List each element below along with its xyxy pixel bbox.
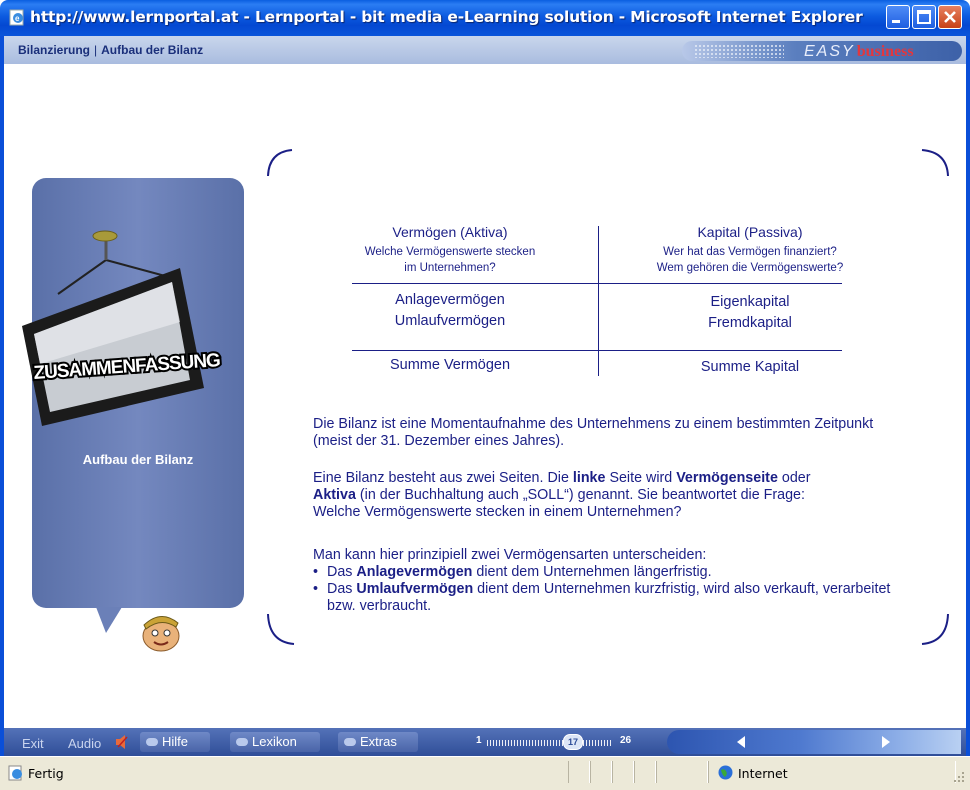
p2-text-e: oder: [777, 470, 811, 486]
liabilities-item-equity: Eigenkapital: [710, 294, 790, 310]
ie-page-icon: e: [9, 9, 24, 26]
bullet-anlagevermoegen: • Das Anlagevermögen dient dem Unternehm…: [313, 564, 913, 581]
status-cell: [590, 761, 612, 783]
progress-current[interactable]: 17: [563, 734, 583, 750]
exit-link[interactable]: Exit: [22, 736, 44, 751]
help-button[interactable]: Hilfe: [140, 732, 210, 752]
speaker-icon[interactable]: [115, 735, 129, 749]
bullet-2-bold: Umlaufvermögen: [356, 581, 474, 597]
course-navbar: Exit Audio Hilfe Lexikon Extras 1 17 26: [4, 728, 966, 756]
brand-logo: EASY business: [804, 43, 914, 61]
mascot-avatar: [142, 616, 180, 652]
window-titlebar[interactable]: e http://www.lernportal.at - Lernportal …: [0, 0, 970, 36]
p2-text-g: (in der Buchhaltung auch „SOLL“) genannt…: [355, 487, 805, 503]
liabilities-question-line2: Wem gehören die Vermögenswerte?: [656, 262, 844, 274]
speech-bubble-tail: [96, 607, 122, 633]
brand-dot-pattern: [694, 44, 784, 58]
progress-last: 26: [620, 735, 632, 746]
minimize-button[interactable]: [886, 5, 910, 29]
bullet-1-bold: Anlagevermögen: [356, 564, 473, 580]
button-pill-icon: [236, 738, 248, 746]
liabilities-question-line1: Wer hat das Vermögen finanziert?: [663, 246, 837, 258]
table-rule-top: [352, 283, 842, 284]
status-cell: [634, 761, 656, 783]
lesson-content: Aufbau der Bilanz ZUSAMMENFASSUNG Vermög…: [4, 64, 966, 728]
bullet-1-pre: Das: [327, 564, 357, 580]
progress-ticks: [487, 740, 612, 746]
paragraph-two-sides: Eine Bilanz besteht aus zwei Seiten. Die…: [313, 470, 913, 521]
assets-question-line1: Welche Vermögenswerte stecken: [364, 246, 536, 258]
extras-button-label: Extras: [360, 734, 397, 749]
ie-page-icon: [8, 765, 22, 781]
table-divider: [598, 226, 599, 376]
breadcrumb: Bilanzierung | Aufbau der Bilanz: [18, 43, 203, 57]
resize-grip-icon[interactable]: [952, 770, 966, 784]
table-rule-bottom: [352, 350, 842, 351]
brand-easy: EASY: [804, 43, 855, 60]
p2-bold-aktiva: Aktiva: [313, 487, 356, 503]
button-pill-icon: [344, 738, 356, 746]
maximize-icon: [917, 10, 931, 24]
window-title: http://www.lernportal.at - Lernportal - …: [30, 8, 863, 26]
next-arrow-icon[interactable]: [882, 736, 890, 748]
prev-arrow-icon[interactable]: [737, 736, 745, 748]
breadcrumb-separator: |: [94, 43, 98, 57]
security-zone: Internet: [738, 766, 788, 781]
summary-sign: ZUSAMMENFASSUNG: [22, 230, 223, 426]
progress-first: 1: [476, 735, 482, 746]
bullet-2-pre: Das: [327, 581, 357, 597]
window-border-right: [966, 36, 970, 756]
app-header: Bilanzierung | Aufbau der Bilanz EASY busin…: [4, 36, 966, 64]
status-cell: [568, 761, 590, 783]
liabilities-total: Summe Kapital: [700, 359, 800, 375]
browser-statusbar: Fertig Internet: [0, 756, 970, 790]
assets-total: Summe Vermögen: [389, 357, 511, 373]
lexicon-button-label: Lexikon: [252, 734, 297, 749]
brand-business: business: [856, 43, 914, 60]
breadcrumb-item-current: Aufbau der Bilanz: [101, 43, 204, 57]
extras-button[interactable]: Extras: [338, 732, 418, 752]
bullet-dot: •: [313, 581, 319, 597]
breadcrumb-item-bilanzierung[interactable]: Bilanzierung: [18, 43, 90, 57]
bullet-1-post: dient dem Unternehmen längerfristig.: [472, 564, 712, 580]
bullet-dot: •: [313, 564, 319, 580]
status-cell: [656, 761, 708, 783]
page-navigation: [667, 730, 961, 754]
audio-link[interactable]: Audio: [68, 736, 101, 751]
help-button-label: Hilfe: [162, 734, 189, 749]
bullet-umlaufvermoegen: • Das Umlaufvermögen dient dem Unternehm…: [313, 581, 913, 615]
p2-bold-vermoegenseite: Vermögenseite: [676, 470, 778, 486]
p2-text-a: Eine Bilanz besteht aus zwei Seiten. Die: [313, 470, 573, 486]
liabilities-item-debt: Fremdkapital: [708, 315, 792, 331]
lexicon-button[interactable]: Lexikon: [230, 732, 320, 752]
p2-text-c: Seite wird: [605, 470, 677, 486]
minimize-icon: [892, 20, 900, 23]
maximize-button[interactable]: [912, 5, 936, 29]
assets-question-line2: im Unternehmen?: [404, 262, 496, 274]
page-progress[interactable]: 1 17 26: [462, 734, 652, 750]
paragraph-definition: Die Bilanz ist eine Momentaufnahme des U…: [313, 416, 874, 449]
close-button[interactable]: [938, 5, 962, 29]
assets-item-fixed: Anlagevermögen: [395, 292, 505, 308]
assets-header: Vermögen (Aktiva): [392, 224, 508, 240]
svg-text:e: e: [15, 14, 20, 23]
globe-icon: [718, 765, 733, 780]
p2-bold-links: linke: [572, 470, 606, 486]
button-pill-icon: [146, 738, 158, 746]
assets-item-current: Umlaufvermögen: [394, 313, 506, 329]
p2-text-h: Welche Vermögenswerte stecken in einem U…: [313, 504, 682, 520]
paragraph-asset-types: Man kann hier prinzipiell zwei Vermögens…: [313, 547, 707, 563]
close-icon: [944, 11, 956, 23]
liabilities-header: Kapital (Passiva): [697, 224, 803, 240]
status-text: Fertig: [28, 766, 64, 781]
status-cell: [612, 761, 634, 783]
